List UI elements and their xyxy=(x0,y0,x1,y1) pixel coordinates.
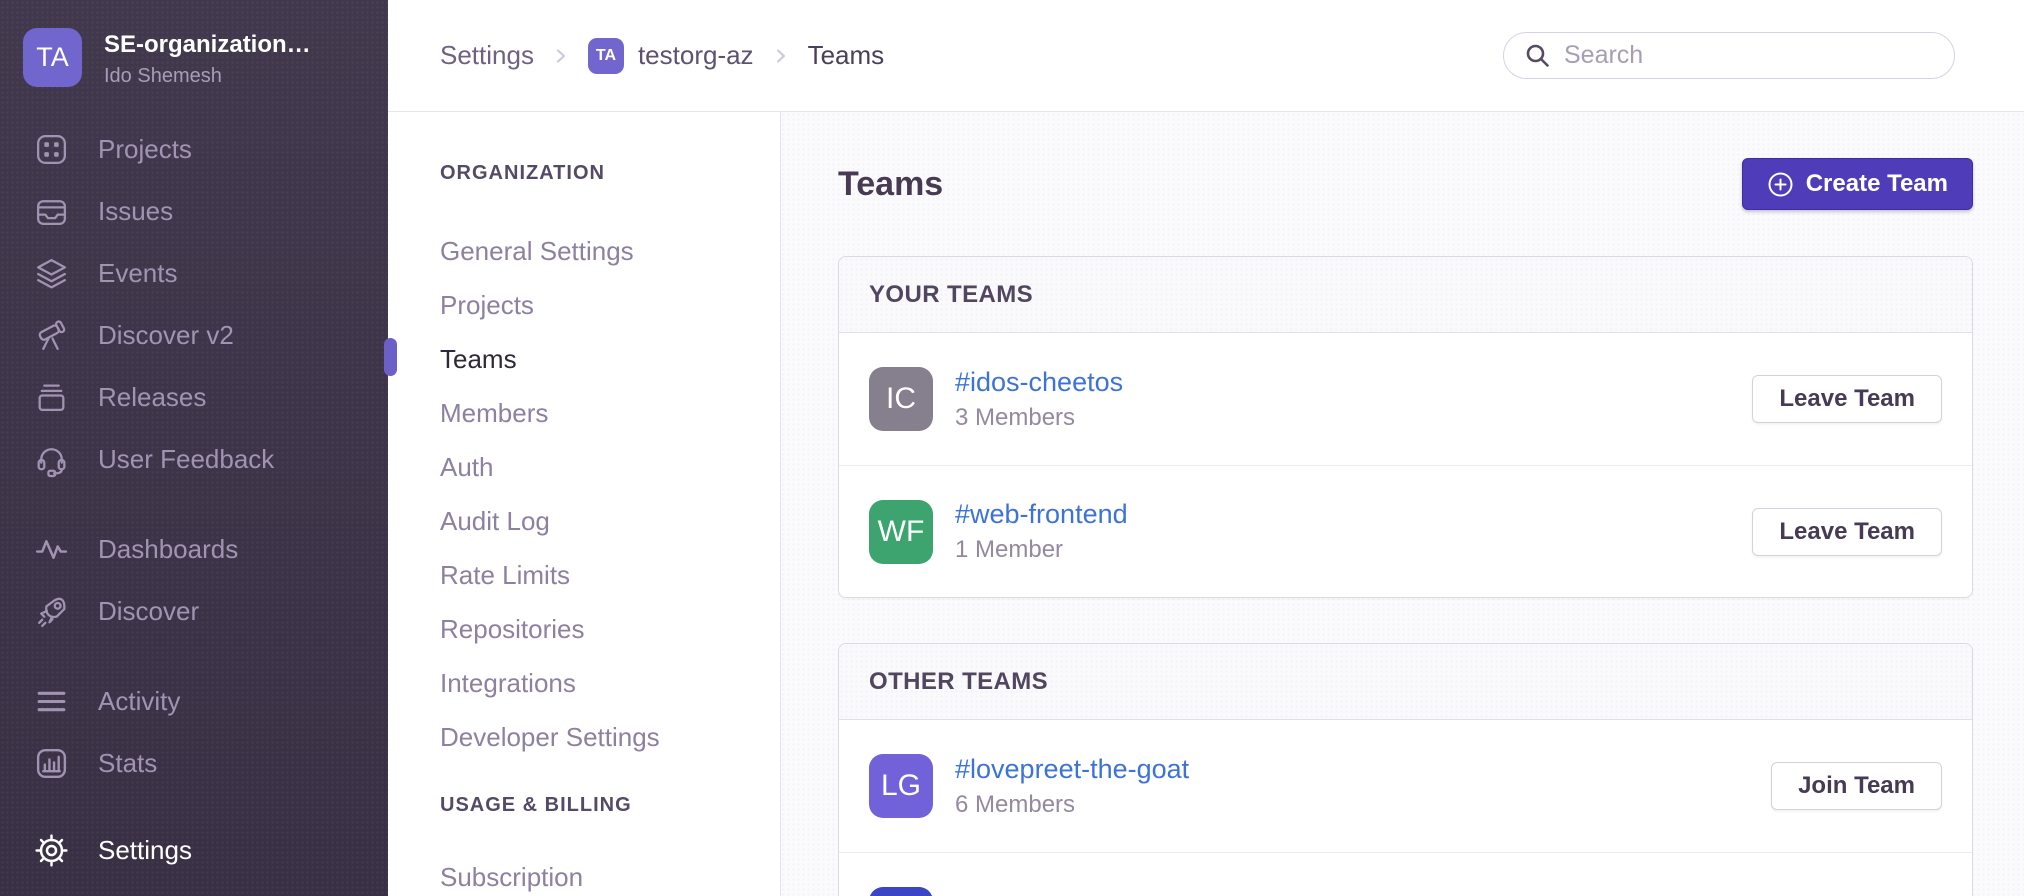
telescope-icon xyxy=(33,317,70,354)
chevron-right-icon xyxy=(550,45,572,67)
org-chip-avatar: TA xyxy=(588,38,624,74)
active-nav-indicator xyxy=(384,338,397,376)
team-row-partial xyxy=(839,852,1972,896)
rocket-icon xyxy=(33,593,70,630)
gear-icon xyxy=(33,832,70,869)
search-icon xyxy=(1524,42,1551,69)
app-window: TA SE-organization… Ido Shemesh Projects xyxy=(0,0,2024,896)
org-switcher[interactable]: TA SE-organization… Ido Shemesh xyxy=(0,0,388,88)
team-avatar: LG xyxy=(869,754,933,818)
sidebar-item-activity[interactable]: Activity xyxy=(0,670,388,732)
team-row: LG #lovepreet-the-goat 6 Members Join Te… xyxy=(839,720,1972,852)
team-link[interactable]: #idos-cheetos xyxy=(955,367,1123,398)
create-team-label: Create Team xyxy=(1806,170,1948,198)
your-teams-panel: YOUR TEAMS IC #idos-cheetos 3 Members Le… xyxy=(838,256,1973,598)
settings-nav-item-subscription[interactable]: Subscription xyxy=(440,850,780,896)
lines-icon xyxy=(33,683,70,720)
settings-nav-section-usage-billing: USAGE & BILLING xyxy=(440,794,780,818)
team-avatar: IC xyxy=(869,367,933,431)
headset-icon xyxy=(33,441,70,478)
your-teams-header: YOUR TEAMS xyxy=(839,257,1972,333)
breadcrumb-settings-link[interactable]: Settings xyxy=(440,40,534,71)
settings-nav-item-projects[interactable]: Projects xyxy=(440,278,780,332)
settings-nav-section-organization: ORGANIZATION xyxy=(440,162,780,186)
chevron-right-icon xyxy=(770,45,792,67)
sidebar-item-dashboards[interactable]: Dashboards xyxy=(0,518,388,580)
sidebar-item-projects[interactable]: Projects xyxy=(0,118,388,180)
team-member-count: 6 Members xyxy=(955,791,1753,819)
sidebar-item-issues[interactable]: Issues xyxy=(0,180,388,242)
projects-icon xyxy=(33,131,70,168)
team-avatar xyxy=(869,887,933,896)
org-meta: SE-organization… Ido Shemesh xyxy=(104,28,311,88)
top-header-bar: Settings TA testorg-az Teams xyxy=(388,0,2024,112)
sidebar-item-label: Settings xyxy=(98,835,192,866)
sidebar-item-events[interactable]: Events xyxy=(0,242,388,304)
leave-team-button[interactable]: Leave Team xyxy=(1752,508,1942,556)
team-link[interactable]: #lovepreet-the-goat xyxy=(955,754,1189,785)
sidebar-item-label: Discover v2 xyxy=(98,320,234,351)
org-name: SE-organization… xyxy=(104,31,311,59)
sidebar-item-discover[interactable]: Discover xyxy=(0,580,388,642)
team-link[interactable]: #web-frontend xyxy=(955,499,1128,530)
settings-nav-item-auth[interactable]: Auth xyxy=(440,440,780,494)
settings-nav-item-teams[interactable]: Teams xyxy=(440,332,780,386)
team-member-count: 1 Member xyxy=(955,536,1734,564)
other-teams-header: OTHER TEAMS xyxy=(839,644,1972,720)
plus-circle-icon xyxy=(1767,171,1794,198)
main-content: Teams Create Team YOUR TEAMS IC xyxy=(781,112,2024,896)
breadcrumb-org-link[interactable]: TA testorg-az xyxy=(588,38,754,74)
sidebar-item-label: Issues xyxy=(98,196,173,227)
sidebar-item-label: Releases xyxy=(98,382,206,413)
team-row: IC #idos-cheetos 3 Members Leave Team xyxy=(839,333,1972,465)
sidebar-item-label: User Feedback xyxy=(98,444,274,475)
pulse-icon xyxy=(33,531,70,568)
sidebar-nav: Projects Issues Events xyxy=(0,118,388,822)
sidebar-item-label: Stats xyxy=(98,748,157,779)
sidebar-item-settings[interactable]: Settings xyxy=(0,822,388,878)
breadcrumb-org-label: testorg-az xyxy=(638,40,754,71)
org-user-name: Ido Shemesh xyxy=(104,65,311,88)
settings-nav-item-general-settings[interactable]: General Settings xyxy=(440,224,780,278)
search-box[interactable] xyxy=(1503,32,1955,79)
settings-nav-item-audit-log[interactable]: Audit Log xyxy=(440,494,780,548)
sidebar-item-label: Activity xyxy=(98,686,180,717)
team-row: WF #web-frontend 1 Member Leave Team xyxy=(839,465,1972,597)
org-avatar: TA xyxy=(23,28,82,87)
leave-team-button[interactable]: Leave Team xyxy=(1752,375,1942,423)
issues-icon xyxy=(33,193,70,230)
settings-nav-item-developer-settings[interactable]: Developer Settings xyxy=(440,710,780,764)
events-icon xyxy=(33,255,70,292)
breadcrumb-teams-link[interactable]: Teams xyxy=(808,40,885,71)
settings-nav: ORGANIZATION General Settings Projects T… xyxy=(388,112,781,896)
search-input[interactable] xyxy=(1564,41,1934,70)
sidebar: TA SE-organization… Ido Shemesh Projects xyxy=(0,0,388,896)
sidebar-item-label: Discover xyxy=(98,596,199,627)
sidebar-item-label: Dashboards xyxy=(98,534,238,565)
team-member-count: 3 Members xyxy=(955,404,1734,432)
page-title: Teams xyxy=(838,165,943,204)
sidebar-item-releases[interactable]: Releases xyxy=(0,366,388,428)
sidebar-item-label: Projects xyxy=(98,134,192,165)
sidebar-item-label: Events xyxy=(98,258,178,289)
sidebar-item-stats[interactable]: Stats xyxy=(0,732,388,794)
sidebar-item-user-feedback[interactable]: User Feedback xyxy=(0,428,388,490)
settings-nav-item-integrations[interactable]: Integrations xyxy=(440,656,780,710)
breadcrumb: Settings TA testorg-az Teams xyxy=(440,38,884,74)
join-team-button[interactable]: Join Team xyxy=(1771,762,1942,810)
team-avatar: WF xyxy=(869,500,933,564)
settings-nav-item-members[interactable]: Members xyxy=(440,386,780,440)
create-team-button[interactable]: Create Team xyxy=(1742,158,1973,210)
settings-nav-item-repositories[interactable]: Repositories xyxy=(440,602,780,656)
other-teams-panel: OTHER TEAMS LG #lovepreet-the-goat 6 Mem… xyxy=(838,643,1973,896)
stats-icon xyxy=(33,745,70,782)
releases-icon xyxy=(33,379,70,416)
settings-nav-item-rate-limits[interactable]: Rate Limits xyxy=(440,548,780,602)
sidebar-item-discover-v2[interactable]: Discover v2 xyxy=(0,304,388,366)
